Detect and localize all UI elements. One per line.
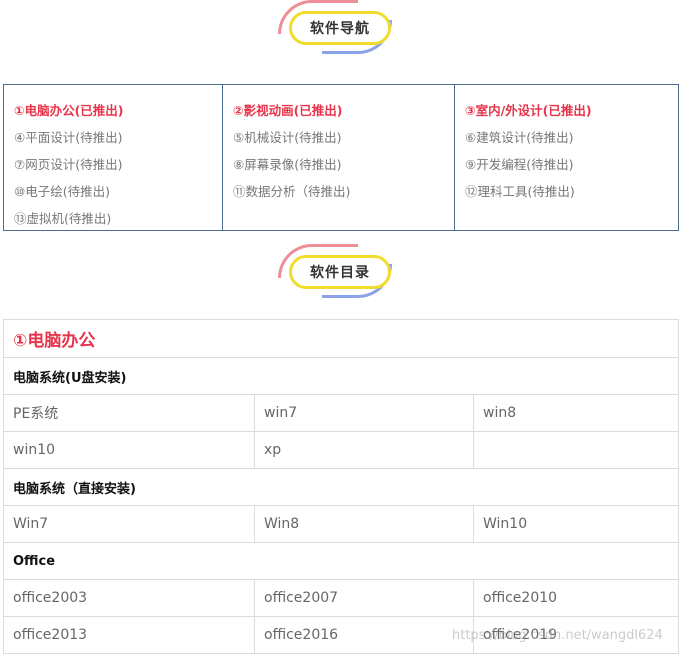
nav-link-mechanical-design[interactable]: ⑤机械设计(待推出) xyxy=(233,124,454,151)
nav-section-title: 软件导航 xyxy=(289,11,391,45)
table-row: PE系统 win7 win8 xyxy=(3,394,679,432)
nav-link-data-analysis[interactable]: ⑪数据分析（待推出) xyxy=(233,178,454,205)
software-directory-table: ①电脑办公 电脑系统(U盘安装) PE系统 win7 win8 win10 xp… xyxy=(3,319,679,654)
software-link[interactable]: Win8 xyxy=(254,505,474,543)
software-link[interactable]: office2003 xyxy=(3,579,255,617)
software-link[interactable]: PE系统 xyxy=(3,394,255,432)
software-link[interactable]: win10 xyxy=(3,431,255,469)
nav-link-interior-design[interactable]: ③室内/外设计(已推出) xyxy=(465,97,678,124)
nav-column-2: ②影视动画(已推出) ⑤机械设计(待推出) ⑧屏幕录像(待推出) ⑪数据分析（待… xyxy=(222,85,454,230)
nav-link-graphic-design[interactable]: ④平面设计(待推出) xyxy=(14,124,222,151)
nav-link-architecture[interactable]: ⑥建筑设计(待推出) xyxy=(465,124,678,151)
dir-section-header: 软件目录 xyxy=(0,244,687,314)
table-row: win10 xp xyxy=(3,431,679,469)
nav-link-office[interactable]: ①电脑办公(已推出) xyxy=(14,97,222,124)
table-row: ①电脑办公 xyxy=(3,319,679,358)
nav-column-1: ①电脑办公(已推出) ④平面设计(待推出) ⑦网页设计(待推出) ⑩电子绘(待推… xyxy=(4,85,222,230)
nav-link-science-tools[interactable]: ⑫理科工具(待推出) xyxy=(465,178,678,205)
software-link[interactable]: office2013 xyxy=(3,616,255,654)
nav-column-3: ③室内/外设计(已推出) ⑥建筑设计(待推出) ⑨开发编程(待推出) ⑫理科工具… xyxy=(454,85,678,230)
table-row: Win7 Win8 Win10 xyxy=(3,505,679,543)
table-row: office2003 office2007 office2010 xyxy=(3,579,679,617)
nav-link-film-animation[interactable]: ②影视动画(已推出) xyxy=(233,97,454,124)
software-link[interactable]: office2007 xyxy=(254,579,474,617)
group-heading: 电脑系统（直接安装) xyxy=(3,468,679,506)
software-link[interactable]: xp xyxy=(254,431,474,469)
software-link[interactable]: office2010 xyxy=(473,579,679,617)
nav-link-web-design[interactable]: ⑦网页设计(待推出) xyxy=(14,151,222,178)
nav-link-programming[interactable]: ⑨开发编程(待推出) xyxy=(465,151,678,178)
software-link[interactable]: office2016 xyxy=(254,616,474,654)
software-link[interactable]: win7 xyxy=(254,394,474,432)
nav-section-header: 软件导航 xyxy=(0,0,687,70)
table-row: 电脑系统（直接安装) xyxy=(3,468,679,506)
software-link[interactable]: Win7 xyxy=(3,505,255,543)
software-link[interactable]: win8 xyxy=(473,394,679,432)
table-row: 电脑系统(U盘安装) xyxy=(3,357,679,395)
empty-cell xyxy=(473,431,679,469)
software-link[interactable]: Win10 xyxy=(473,505,679,543)
group-heading: Office xyxy=(3,542,679,580)
software-nav-table: ①电脑办公(已推出) ④平面设计(待推出) ⑦网页设计(待推出) ⑩电子绘(待推… xyxy=(3,84,679,231)
group-heading: 电脑系统(U盘安装) xyxy=(3,357,679,395)
nav-link-screen-recording[interactable]: ⑧屏幕录像(待推出) xyxy=(233,151,454,178)
table-row: Office xyxy=(3,542,679,580)
dir-section-title: 软件目录 xyxy=(289,255,391,289)
watermark-text: https://blog.csdn.net/wangdl624 xyxy=(452,628,663,643)
category-title: ①电脑办公 xyxy=(3,319,679,358)
nav-link-virtual-machine[interactable]: ⑬虚拟机(待推出) xyxy=(14,205,222,232)
nav-link-e-drawing[interactable]: ⑩电子绘(待推出) xyxy=(14,178,222,205)
